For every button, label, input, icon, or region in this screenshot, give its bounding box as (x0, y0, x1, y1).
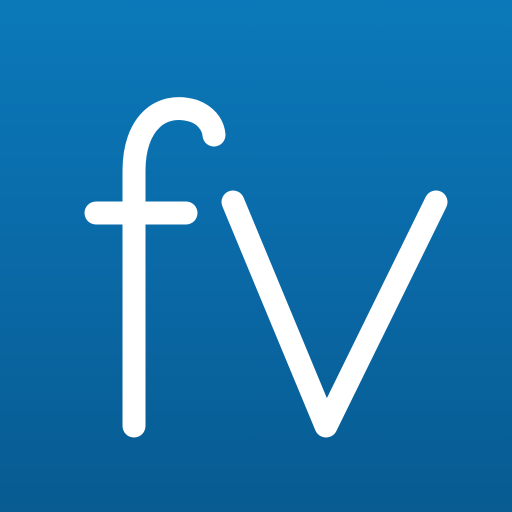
letter-f-stem (122, 97, 226, 438)
app-icon (0, 0, 512, 512)
letter-v (221, 190, 448, 438)
fv-logo-icon (84, 97, 448, 438)
